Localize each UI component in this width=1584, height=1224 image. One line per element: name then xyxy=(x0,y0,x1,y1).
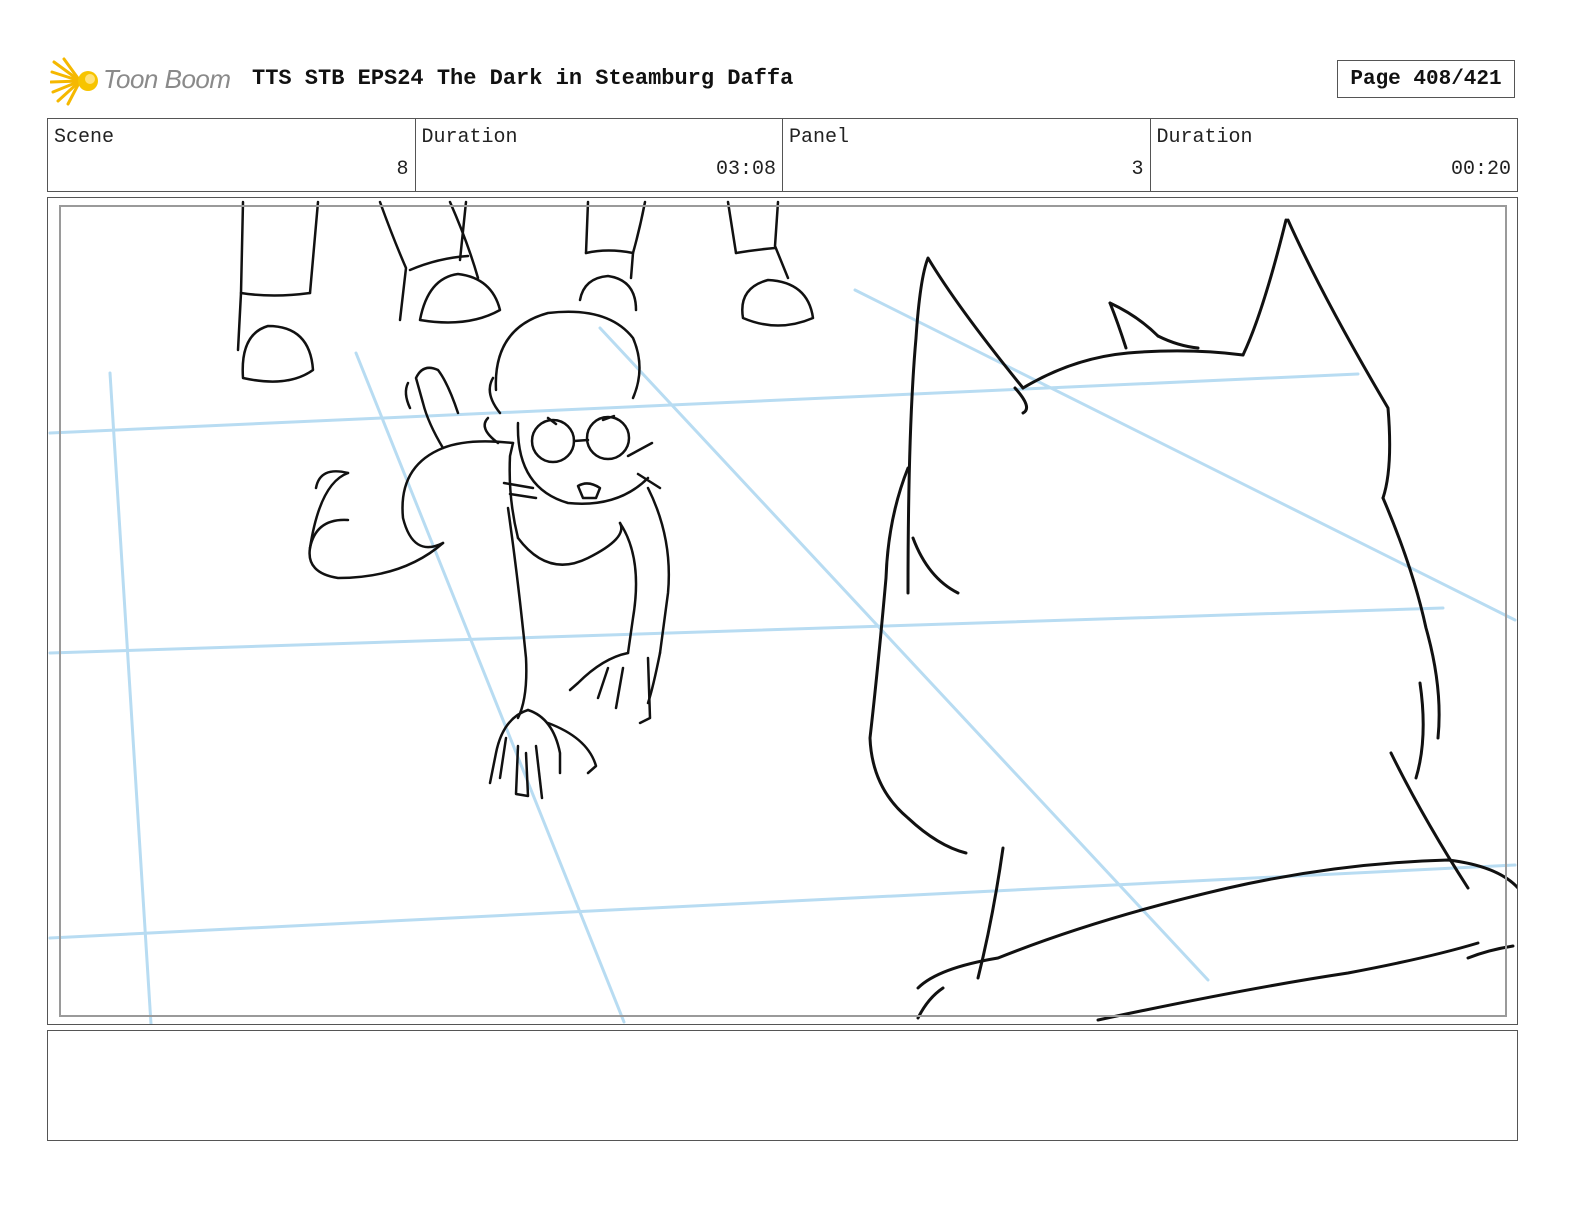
scene-duration-value: 03:08 xyxy=(715,158,776,181)
storyboard-panel xyxy=(47,197,1518,1025)
panel-duration-value: 00:20 xyxy=(1450,158,1511,181)
panel-frame xyxy=(59,205,1507,1017)
scene-info-row: Scene 8 Duration 03:08 Panel 3 Duration … xyxy=(47,118,1518,192)
page-indicator: Page 408/421 xyxy=(1337,60,1515,98)
panel-duration-label: Duration xyxy=(1156,126,1253,149)
scene-cell: Scene 8 xyxy=(48,119,416,191)
scene-label: Scene xyxy=(54,126,115,149)
logo-text: Toon Boom xyxy=(103,64,231,94)
scene-value: 8 xyxy=(396,158,409,181)
panel-duration-cell: Duration 00:20 xyxy=(1151,119,1518,191)
panel-label: Panel xyxy=(789,126,850,149)
panel-value: 3 xyxy=(1131,158,1144,181)
toon-boom-logo: Toon Boom xyxy=(50,56,240,106)
panel-notes-box[interactable] xyxy=(47,1030,1518,1141)
toon-boom-burst-icon xyxy=(50,57,98,106)
scene-duration-label: Duration xyxy=(421,126,518,149)
document-title: TTS STB EPS24 The Dark in Steamburg Daff… xyxy=(252,66,794,91)
scene-duration-cell: Duration 03:08 xyxy=(416,119,783,191)
panel-cell: Panel 3 xyxy=(783,119,1151,191)
